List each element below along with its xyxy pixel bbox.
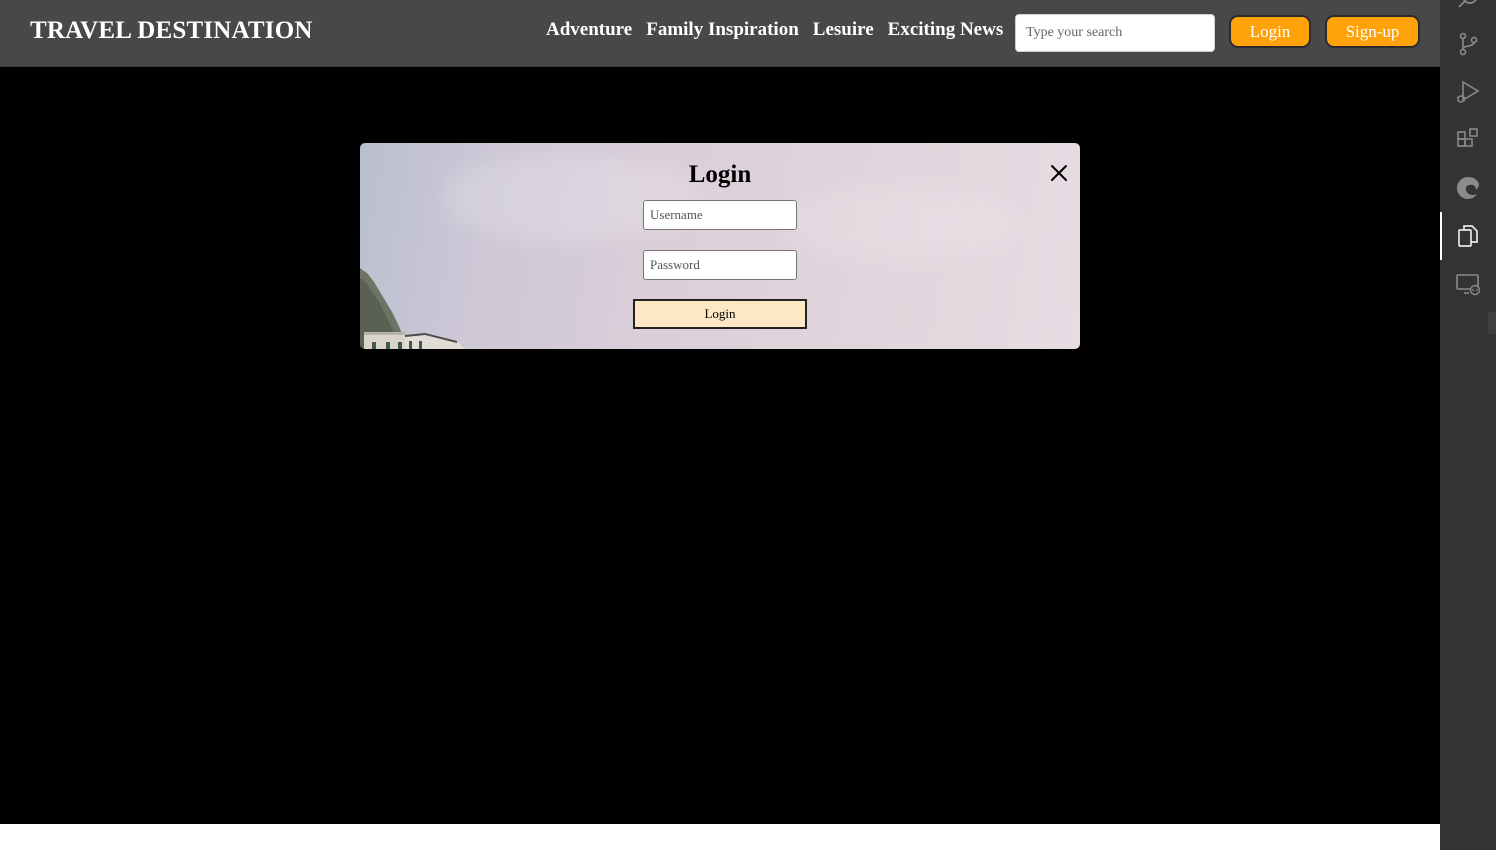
- nav-link-adventure[interactable]: Adventure: [546, 19, 632, 41]
- login-button[interactable]: Login: [1229, 15, 1311, 48]
- modal-background-cloud: [780, 183, 1020, 263]
- edge-browser-icon[interactable]: [1448, 168, 1488, 208]
- login-modal: Login Login: [360, 143, 1080, 349]
- search-input[interactable]: [1015, 14, 1215, 52]
- source-control-icon[interactable]: [1448, 24, 1488, 64]
- copy-files-icon[interactable]: [1448, 216, 1488, 256]
- active-indicator: [1440, 212, 1442, 260]
- activity-bar: [1440, 0, 1496, 850]
- nav-link-leisure[interactable]: Lesuire: [813, 19, 874, 41]
- modal-background-building: [405, 333, 465, 349]
- modal-title: Login: [688, 161, 752, 188]
- top-navbar: TRAVEL DESTINATION Adventure Family Insp…: [0, 0, 1440, 67]
- login-submit-button[interactable]: Login: [633, 299, 807, 329]
- password-field[interactable]: [643, 250, 797, 280]
- modal-background-cliff: [360, 268, 405, 349]
- web-page: TRAVEL DESTINATION Adventure Family Insp…: [0, 0, 1440, 850]
- nav-link-family-inspiration[interactable]: Family Inspiration: [646, 19, 799, 41]
- extensions-icon[interactable]: [1448, 120, 1488, 160]
- signup-button[interactable]: Sign-up: [1325, 15, 1420, 48]
- scrollbar-thumb[interactable]: [1488, 312, 1496, 334]
- site-brand[interactable]: TRAVEL DESTINATION: [30, 17, 313, 45]
- username-field[interactable]: [643, 200, 797, 230]
- remote-explorer-icon[interactable]: [1448, 264, 1488, 304]
- run-debug-icon[interactable]: [1448, 72, 1488, 112]
- search-icon[interactable]: [1448, 0, 1488, 18]
- close-icon[interactable]: [1046, 160, 1072, 186]
- nav-links: Adventure Family Inspiration Lesuire Exc…: [546, 19, 1003, 41]
- nav-link-exciting-news[interactable]: Exciting News: [888, 19, 1004, 41]
